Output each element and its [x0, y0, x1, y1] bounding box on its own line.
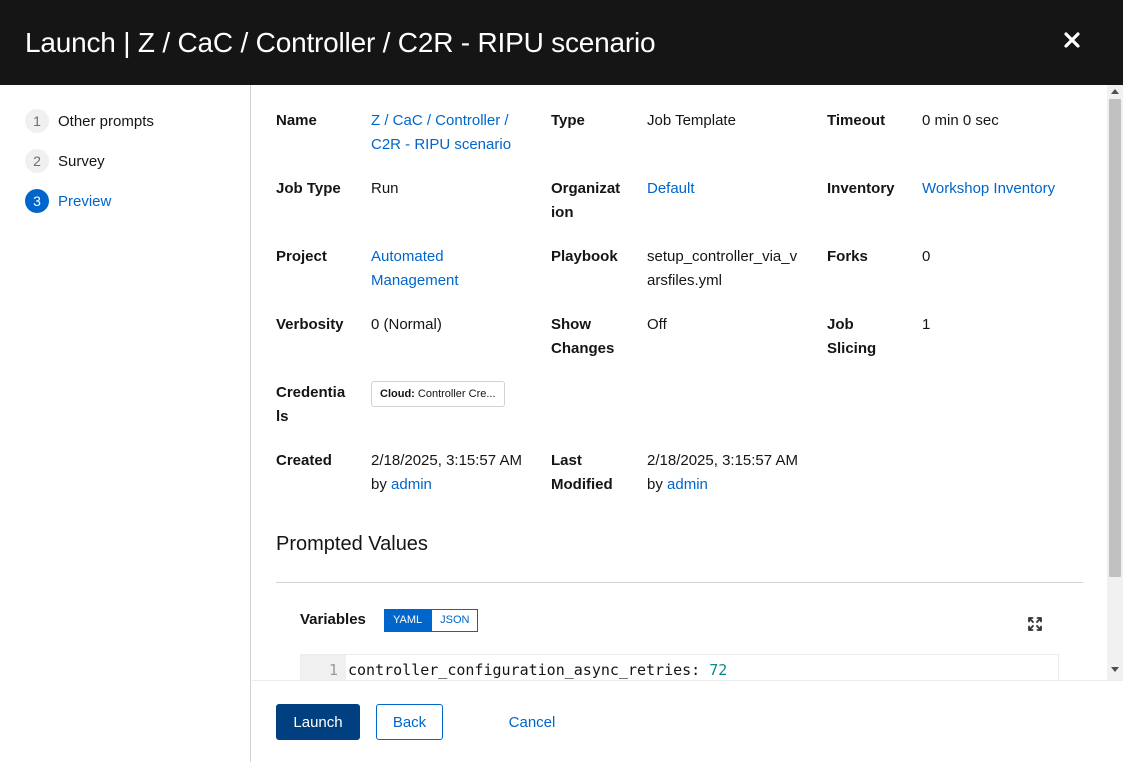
- inventory-link[interactable]: Workshop Inventory: [922, 177, 1055, 201]
- step-label: Other prompts: [58, 112, 154, 130]
- verbosity-label: Verbosity: [276, 316, 344, 333]
- content-scrollbar[interactable]: [1107, 85, 1123, 680]
- name-value-line1: Z / CaC / Controller /: [371, 112, 509, 129]
- show-changes-label-line1: Show: [551, 316, 591, 333]
- show-changes-label-line2: Changes: [551, 340, 615, 357]
- playbook-value: setup_controller_via_v arsfiles.yml: [647, 245, 797, 293]
- forks-value: 0: [922, 248, 931, 265]
- expand-button[interactable]: [1027, 616, 1043, 632]
- show-changes-label: Show Changes: [551, 313, 614, 361]
- step-label: Preview: [58, 192, 112, 210]
- timeout-label: Timeout: [827, 112, 886, 129]
- forks-label: Forks: [827, 248, 868, 265]
- last-modified-value: 2/18/2025, 3:15:57 AM by admin: [647, 449, 798, 497]
- show-changes-value: Off: [647, 316, 667, 333]
- credential-chip-name: Controller Cre...: [417, 388, 496, 400]
- modal-footer: Launch Back Cancel: [252, 680, 1123, 762]
- playbook-value-line1: setup_controller_via_v: [647, 248, 798, 265]
- code-line: controller_configuration_async_retries: …: [348, 659, 727, 680]
- created-by-user-link[interactable]: admin: [391, 476, 432, 493]
- project-label: Project: [276, 248, 327, 265]
- modified-by: by admin: [647, 473, 798, 497]
- preview-content: Name Z / CaC / Controller / C2R - RIPU s…: [252, 85, 1107, 680]
- close-icon: [1064, 32, 1080, 48]
- expand-icon: [1028, 617, 1042, 631]
- credentials-label: Credentia ls: [276, 381, 345, 429]
- job-slicing-label: Job Slicing: [827, 313, 876, 361]
- job-type-value: Run: [371, 180, 399, 197]
- job-slicing-value: 1: [922, 316, 931, 333]
- modified-by-user-link[interactable]: admin: [667, 476, 708, 493]
- created-date: 2/18/2025, 3:15:57 AM: [371, 452, 522, 469]
- section-divider: [276, 582, 1083, 583]
- project-value-line2: Management: [371, 272, 459, 289]
- credentials-label-line2: ls: [276, 408, 289, 425]
- wizard-step-survey[interactable]: 2 Survey: [25, 149, 105, 173]
- step-number: 2: [25, 149, 49, 173]
- verbosity-value: 0 (Normal): [371, 316, 442, 333]
- yaml-toggle-button[interactable]: YAML: [384, 609, 432, 632]
- variables-editor[interactable]: 1 controller_configuration_async_retries…: [300, 654, 1059, 680]
- organization-label-line1: Organizat: [551, 180, 621, 197]
- type-label: Type: [551, 112, 585, 129]
- last-modified-label: Last Modified: [551, 449, 613, 497]
- inventory-label: Inventory: [827, 180, 895, 197]
- credential-chip: Cloud: Controller Cre...: [371, 381, 505, 407]
- name-link[interactable]: Z / CaC / Controller / C2R - RIPU scenar…: [371, 109, 511, 157]
- wizard-step-other-prompts[interactable]: 1 Other prompts: [25, 109, 154, 133]
- organization-label-line2: ion: [551, 204, 574, 221]
- type-value: Job Template: [647, 112, 736, 129]
- step-number: 1: [25, 109, 49, 133]
- wizard-step-preview[interactable]: 3 Preview: [25, 189, 111, 213]
- wizard-nav: 1 Other prompts 2 Survey 3 Preview: [0, 85, 251, 762]
- credentials-label-line1: Credentia: [276, 384, 346, 401]
- modal-header: Launch | Z / CaC / Controller / C2R - RI…: [0, 0, 1123, 85]
- variables-label: Variables: [300, 611, 366, 628]
- step-label: Survey: [58, 152, 105, 170]
- line-number: 1: [328, 661, 338, 679]
- project-value-line1: Automated: [371, 248, 444, 265]
- created-by-prefix: by: [371, 476, 387, 493]
- project-link[interactable]: Automated Management: [371, 245, 459, 293]
- code-value: 72: [709, 661, 728, 679]
- last-modified-label-line2: Modified: [551, 476, 613, 493]
- prompted-values-title: Prompted Values: [276, 533, 428, 555]
- modified-by-prefix: by: [647, 476, 663, 493]
- format-toggle: YAML JSON: [384, 609, 479, 632]
- organization-label: Organizat ion: [551, 177, 620, 225]
- code-key: controller_configuration_async_retries:: [348, 661, 701, 679]
- last-modified-date: 2/18/2025, 3:15:57 AM: [647, 452, 798, 469]
- launch-button[interactable]: Launch: [276, 704, 360, 740]
- name-label: Name: [276, 112, 317, 129]
- name-value-line2: C2R - RIPU scenario: [371, 136, 512, 153]
- step-number: 3: [25, 189, 49, 213]
- job-slicing-label-line2: Slicing: [827, 340, 877, 357]
- credential-chip-kind: Cloud:: [380, 388, 415, 400]
- job-type-label: Job Type: [276, 180, 341, 197]
- playbook-value-line2: arsfiles.yml: [647, 272, 723, 289]
- back-button[interactable]: Back: [376, 704, 443, 740]
- scroll-down-arrow-icon[interactable]: [1111, 667, 1119, 672]
- job-slicing-label-line1: Job: [827, 316, 854, 333]
- last-modified-label-line1: Last: [551, 452, 582, 469]
- modal-title: Launch | Z / CaC / Controller / C2R - RI…: [25, 27, 656, 58]
- created-label: Created: [276, 452, 332, 469]
- json-toggle-button[interactable]: JSON: [431, 609, 479, 632]
- created-by: by admin: [371, 473, 522, 497]
- editor-gutter: 1: [301, 655, 346, 680]
- cancel-button[interactable]: Cancel: [492, 704, 572, 740]
- scroll-thumb[interactable]: [1109, 99, 1121, 577]
- organization-link[interactable]: Default: [647, 177, 695, 201]
- created-value: 2/18/2025, 3:15:57 AM by admin: [371, 449, 522, 497]
- close-button[interactable]: [1058, 26, 1086, 54]
- playbook-label: Playbook: [551, 248, 618, 265]
- timeout-value: 0 min 0 sec: [922, 112, 999, 129]
- scroll-up-arrow-icon[interactable]: [1111, 89, 1119, 94]
